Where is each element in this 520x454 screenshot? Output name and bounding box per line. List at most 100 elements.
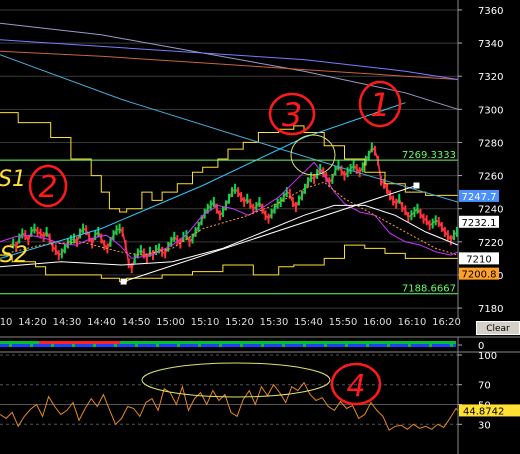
- strip-cell: [201, 344, 204, 347]
- strip-cell: [411, 341, 414, 344]
- series-price: [9, 145, 458, 271]
- strip-cell: [222, 344, 225, 347]
- main-y-tick-label: 7240: [478, 205, 503, 216]
- strip-cell: [261, 341, 264, 344]
- strip-cell: [426, 341, 429, 344]
- strip-cell: [27, 344, 30, 347]
- strip-cell: [354, 344, 357, 347]
- clear-lines-button[interactable]: Clear Lines: [476, 321, 520, 348]
- strip-cell: [63, 344, 66, 347]
- strip-cell: [141, 344, 144, 347]
- strip-cell: [132, 344, 135, 347]
- strip-cell: [114, 341, 117, 344]
- strip-cell: [15, 341, 18, 344]
- strip-cell: [69, 344, 72, 347]
- strip-cell: [357, 344, 360, 347]
- strip-cell: [381, 341, 384, 344]
- strip-cell: [90, 344, 93, 347]
- series-oscillator: [0, 381, 459, 431]
- strip-cell: [447, 344, 450, 347]
- strip-cell: [213, 344, 216, 347]
- osc-y-tick-label: 30: [478, 420, 491, 431]
- strip-cell: [315, 344, 318, 347]
- strip-cell: [411, 344, 414, 347]
- strip-cell: [423, 341, 426, 344]
- strip-cell: [333, 344, 336, 347]
- strip-cell: [450, 344, 453, 347]
- strip-cell: [183, 341, 186, 344]
- strip-cell: [132, 341, 135, 344]
- strip-cell: [6, 341, 9, 344]
- strip-cell: [252, 344, 255, 347]
- strip-cell: [366, 344, 369, 347]
- main-series: 7269.3333 7188.6667: [0, 22, 459, 295]
- strip-cell: [438, 344, 441, 347]
- strip-cell: [240, 344, 243, 347]
- x-tick-label: 15:20: [225, 317, 254, 328]
- strip-cell: [0, 344, 3, 347]
- strip-cell: [87, 341, 90, 344]
- strip-cell: [327, 341, 330, 344]
- strip-cell: [393, 341, 396, 344]
- strip-cell: [6, 344, 9, 347]
- strip-cell: [369, 341, 372, 344]
- strip-cell: [366, 341, 369, 344]
- strip-cell: [393, 344, 396, 347]
- strip-cell: [126, 341, 129, 344]
- x-tick-label: 15:40: [294, 317, 323, 328]
- strip-cell: [450, 341, 453, 344]
- strip-cell: [234, 341, 237, 344]
- strip-cell: [258, 341, 261, 344]
- strip-cell: [417, 344, 420, 347]
- strip-cell: [81, 341, 84, 344]
- strip-cell: [48, 344, 51, 347]
- strip-cell: [150, 341, 153, 344]
- strip-cell: [75, 344, 78, 347]
- strip-cell: [69, 341, 72, 344]
- strip-cell: [180, 341, 183, 344]
- strip-cell: [84, 344, 87, 347]
- strip-cell: [414, 341, 417, 344]
- strip-cell: [297, 341, 300, 344]
- strip-cell: [72, 344, 75, 347]
- strip-cell: [87, 344, 90, 347]
- strip-cell: [273, 341, 276, 344]
- strip-cell: [66, 341, 69, 344]
- strip-cell: [249, 344, 252, 347]
- strip-cell: [378, 344, 381, 347]
- strip-cell: [102, 344, 105, 347]
- strip-cell: [186, 341, 189, 344]
- strip-cell: [225, 341, 228, 344]
- annotation-label-2: 2: [38, 170, 57, 205]
- strip-cell: [213, 341, 216, 344]
- strip-cell: [276, 341, 279, 344]
- strip-cell: [294, 341, 297, 344]
- strip-cell: [57, 341, 60, 344]
- strip-cell: [108, 344, 111, 347]
- strip-cell: [207, 341, 210, 344]
- strip-cell: [333, 341, 336, 344]
- strip-cell: [201, 341, 204, 344]
- strip-cell: [435, 344, 438, 347]
- strip-cell: [264, 341, 267, 344]
- strip-cell: [3, 341, 6, 344]
- strip-cell: [120, 344, 123, 347]
- strip-cell: [15, 344, 18, 347]
- strip-cell: [330, 341, 333, 344]
- strip-cell: [297, 344, 300, 347]
- strip-cell: [42, 341, 45, 344]
- strip-cell: [372, 344, 375, 347]
- strip-cell: [78, 341, 81, 344]
- strip-cell: [339, 341, 342, 344]
- strip-cell: [117, 344, 120, 347]
- strip-cell: [123, 344, 126, 347]
- strip-cell: [288, 344, 291, 347]
- strip-cell: [387, 341, 390, 344]
- strip-cell: [150, 344, 153, 347]
- strip-cell: [453, 341, 456, 344]
- strip-cell: [318, 341, 321, 344]
- strip-cell: [309, 341, 312, 344]
- strip-cell: [165, 341, 168, 344]
- strip-cell: [342, 344, 345, 347]
- strip-cell: [102, 341, 105, 344]
